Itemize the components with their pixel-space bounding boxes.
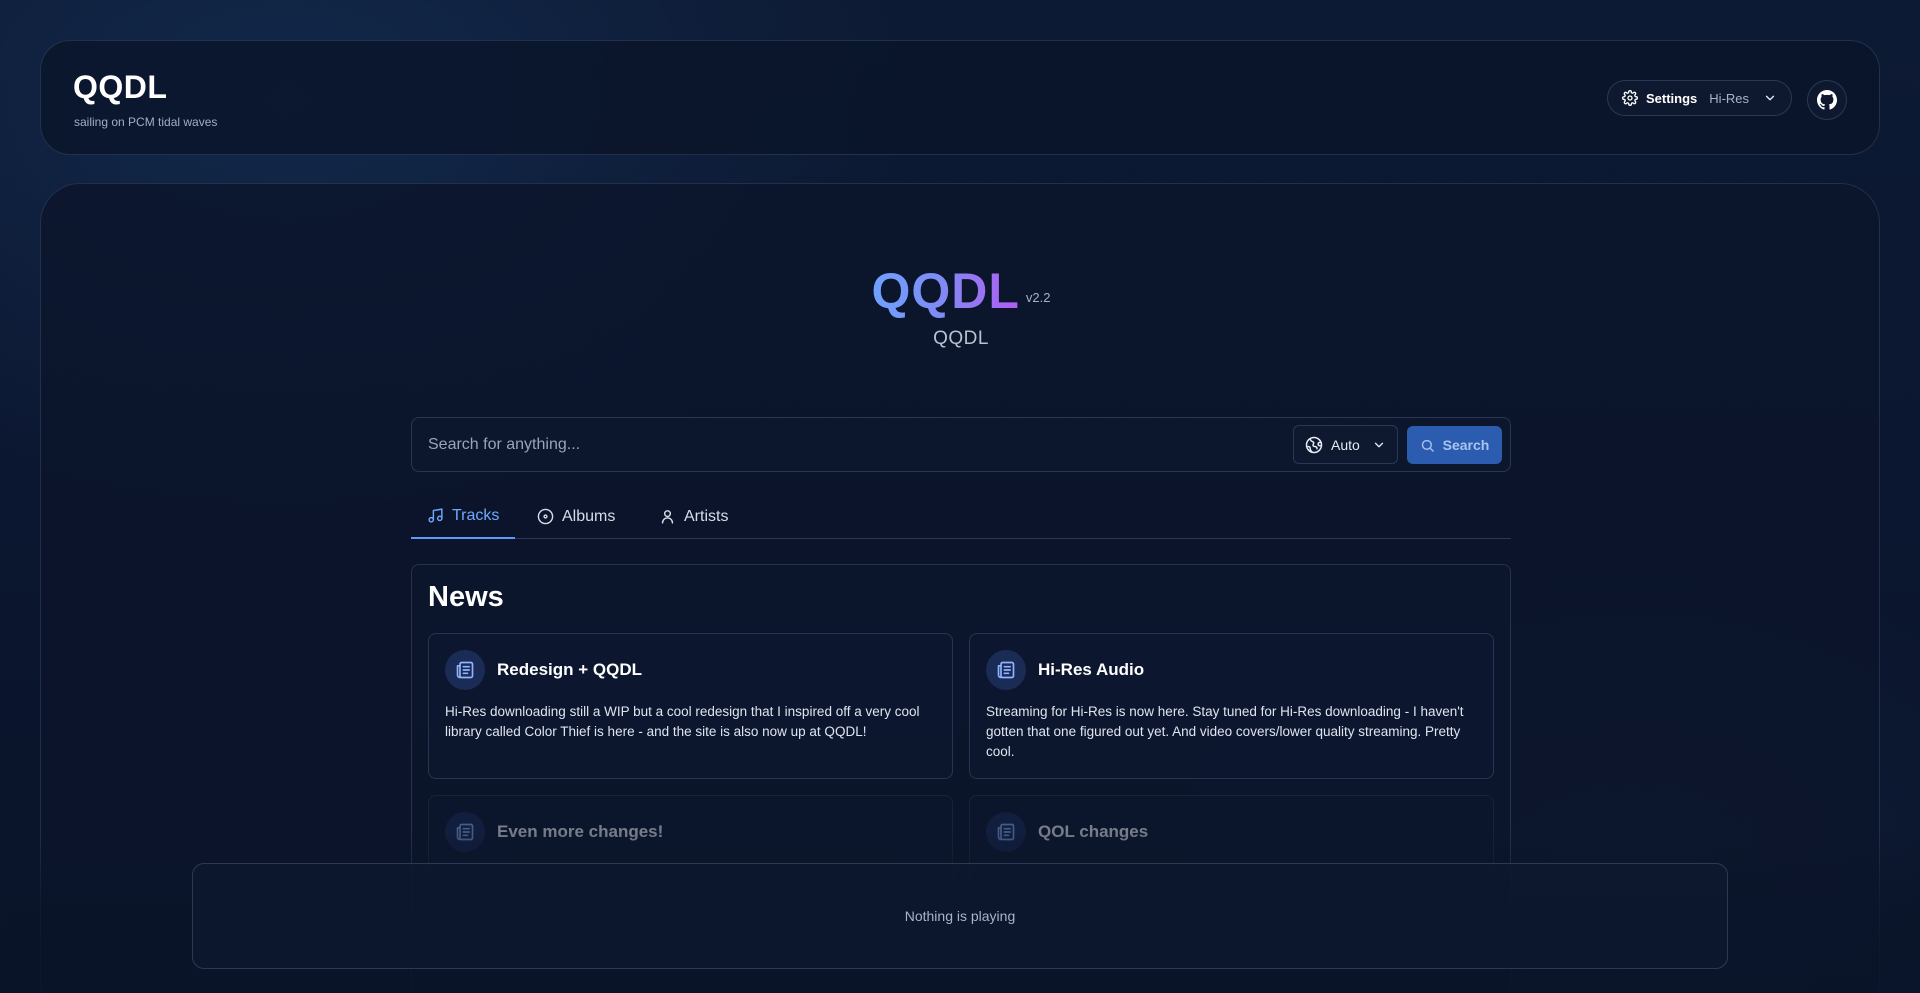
news-card-body: Hi-Res downloading still a WIP but a coo… [445, 704, 920, 739]
news-card-title: Redesign + QQDL [497, 660, 642, 679]
hero-subtitle: QQDL [933, 328, 989, 349]
settings-label: Settings [1646, 90, 1698, 106]
search-tabs: Tracks Albums Artists [411, 494, 1511, 539]
quality-value: Hi-Res [1709, 90, 1750, 106]
news-card-title: Hi-Res Audio [1038, 660, 1145, 679]
news-title: News [428, 581, 504, 613]
version-label: v2.2 [1025, 290, 1051, 305]
player-status: Nothing is playing [904, 908, 1016, 924]
news-card: Hi-Res Audio Streaming for Hi-Res is now… [969, 633, 1494, 779]
chevron-down-icon [1372, 438, 1386, 452]
news-card: Redesign + QQDL Hi-Res downloading still… [428, 633, 953, 779]
hero: QQDL v2.2 QQDL [41, 262, 1881, 350]
user-icon [659, 508, 676, 525]
region-select[interactable]: Auto [1293, 425, 1398, 464]
tab-artists[interactable]: Artists [643, 494, 744, 539]
github-button[interactable] [1807, 80, 1847, 120]
newspaper-icon [986, 650, 1026, 690]
tab-label: Albums [562, 507, 616, 525]
disc-icon [537, 508, 554, 525]
music-note-icon [427, 507, 444, 524]
news-card-body: Streaming for Hi-Res is now here. Stay t… [986, 704, 1464, 759]
settings-button[interactable]: Settings Hi-Res [1607, 80, 1792, 116]
search-icon [1420, 438, 1435, 453]
tab-tracks[interactable]: Tracks [411, 494, 516, 539]
brand-subtitle: sailing on PCM tidal waves [74, 115, 218, 129]
tab-label: Artists [684, 507, 729, 525]
search-button[interactable]: Search [1407, 426, 1502, 464]
gear-icon [1622, 90, 1638, 106]
newspaper-icon [445, 650, 485, 690]
tab-albums[interactable]: Albums [521, 494, 631, 539]
globe-icon [1305, 436, 1323, 454]
region-value: Auto [1331, 436, 1360, 453]
search-bar: Auto Search [411, 417, 1511, 472]
hero-title: QQDL [871, 263, 1020, 319]
github-icon [1817, 90, 1837, 110]
tab-label: Tracks [452, 506, 500, 524]
chevron-down-icon [1763, 91, 1777, 105]
search-input[interactable] [412, 418, 1292, 471]
audio-player: Nothing is playing [192, 863, 1728, 969]
app-header: QQDL sailing on PCM tidal waves Settings… [40, 40, 1880, 155]
brand-title: QQDL [73, 69, 168, 105]
search-button-label: Search [1442, 437, 1490, 453]
